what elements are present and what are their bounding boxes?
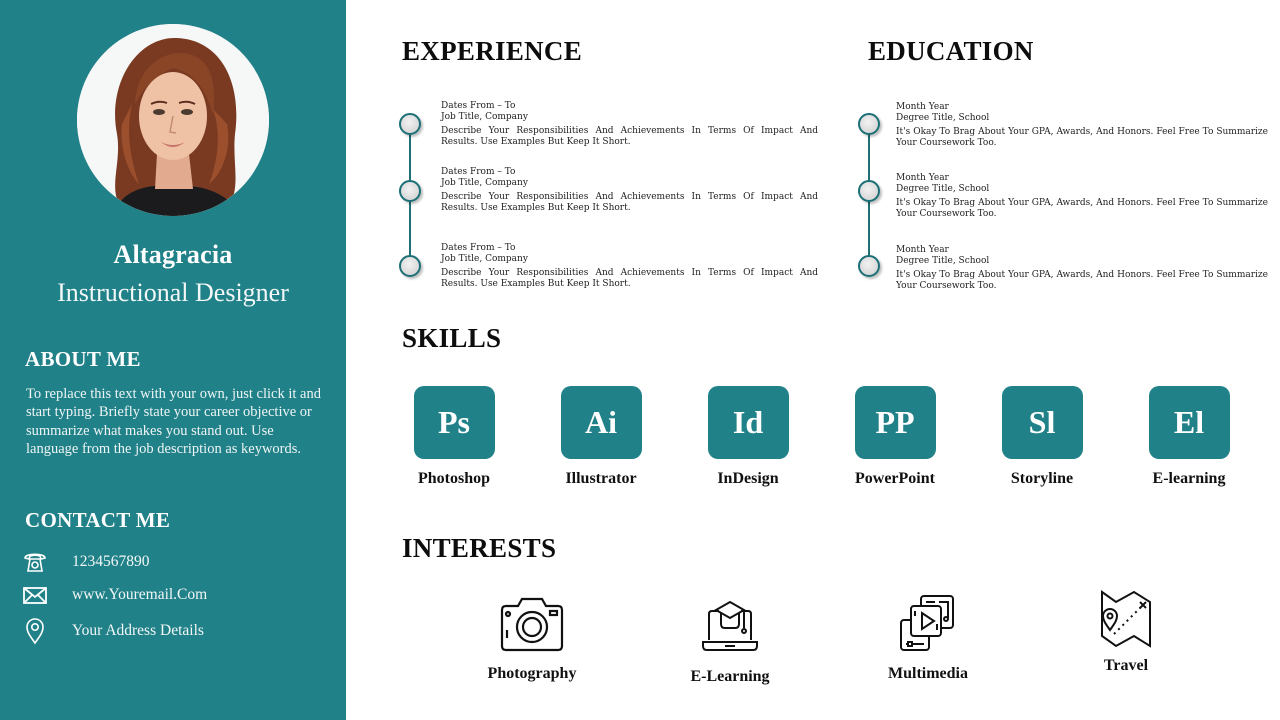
education-heading: EDUCATION — [868, 36, 1034, 66]
education-title: Degree Title, School — [896, 184, 990, 194]
education-description: It's Okay To Brag About Your GPA, Awards… — [896, 270, 1268, 291]
experience-title: Job Title, Company — [441, 112, 528, 122]
experience-timeline-dot — [399, 180, 421, 202]
skill-tile: PP — [854, 386, 936, 459]
interest-label: E-Learning — [690, 668, 770, 685]
interest-label: Multimedia — [888, 665, 968, 682]
education-title: Degree Title, School — [896, 113, 990, 123]
education-entry: Month Year Degree Title, School It's Oka… — [896, 102, 1268, 149]
education-title: Degree Title, School — [896, 256, 990, 266]
experience-title: Job Title, Company — [441, 178, 528, 188]
portrait-illustration — [77, 24, 269, 216]
contact-heading: CONTACT ME — [25, 508, 171, 532]
skill-illustrator: Ai Illustrator — [560, 386, 642, 487]
skill-label: PowerPoint — [855, 470, 935, 487]
education-timeline-dot — [858, 255, 880, 277]
experience-title: Job Title, Company — [441, 254, 528, 264]
experience-entry: Dates From – To Job Title, Company Descr… — [441, 101, 818, 148]
phone-icon — [22, 549, 48, 575]
laptop-graduation-cap-icon — [702, 600, 758, 651]
skill-photoshop: Ps Photoshop — [413, 386, 495, 487]
education-dates: Month Year — [896, 173, 949, 183]
sidebar: Altagracia Instructional Designer ABOUT … — [0, 0, 346, 720]
education-dates: Month Year — [896, 102, 949, 112]
experience-heading: EXPERIENCE — [402, 36, 583, 66]
skill-tile: Sl — [1001, 386, 1083, 459]
location-pin-icon — [22, 618, 48, 645]
skill-elearning: El E-learning — [1148, 386, 1230, 487]
education-entry: Month Year Degree Title, School It's Oka… — [896, 173, 1268, 220]
education-description: It's Okay To Brag About Your GPA, Awards… — [896, 127, 1268, 148]
skill-indesign: Id InDesign — [707, 386, 789, 487]
experience-description: Describe Your Responsibilities And Achie… — [441, 126, 818, 147]
skill-tile: El — [1148, 386, 1230, 459]
contact-email-text[interactable]: www.Youremail.Com — [72, 586, 207, 604]
experience-dates: Dates From – To — [441, 101, 516, 111]
experience-entry: Dates From – To Job Title, Company Descr… — [441, 243, 818, 290]
skill-powerpoint: PP PowerPoint — [854, 386, 936, 487]
experience-timeline-dot — [399, 255, 421, 277]
education-timeline-dot — [858, 180, 880, 202]
experience-timeline-dot — [399, 113, 421, 135]
education-description: It's Okay To Brag About Your GPA, Awards… — [896, 198, 1268, 219]
interest-travel: Travel — [1056, 590, 1196, 675]
skill-label: Storyline — [1010, 470, 1074, 487]
skill-label: Photoshop — [417, 470, 491, 487]
about-text: To replace this text with your own, just… — [26, 386, 321, 457]
interest-multimedia: Multimedia — [858, 594, 998, 683]
skills-heading: SKILLS — [402, 323, 502, 353]
skill-tile: Ps — [413, 386, 495, 459]
contact-email[interactable]: www.Youremail.Com — [22, 582, 207, 608]
experience-dates: Dates From – To — [441, 167, 516, 177]
experience-description: Describe Your Responsibilities And Achie… — [441, 192, 818, 213]
skill-tile: Ai — [560, 386, 642, 459]
profile-photo — [77, 24, 269, 216]
map-icon — [1101, 590, 1151, 648]
profile-role: Instructional Designer — [57, 278, 289, 307]
skill-label: InDesign — [717, 470, 779, 487]
about-heading: ABOUT ME — [25, 347, 141, 371]
interest-photography: Photography — [462, 596, 602, 683]
profile-name: Altagracia — [113, 240, 233, 269]
envelope-icon — [22, 582, 48, 608]
experience-dates: Dates From – To — [441, 243, 516, 253]
skill-tile: Id — [707, 386, 789, 459]
contact-phone-text: 1234567890 — [72, 553, 150, 570]
interest-elearning: E-Learning — [660, 600, 800, 686]
skill-label: E-learning — [1152, 470, 1226, 487]
multimedia-icon — [900, 595, 954, 651]
interest-label: Travel — [1103, 657, 1149, 674]
education-dates: Month Year — [896, 245, 949, 255]
experience-entry: Dates From – To Job Title, Company Descr… — [441, 167, 818, 214]
contact-address: Your Address Details — [22, 618, 204, 645]
interest-label: Photography — [487, 665, 577, 682]
interests-heading: INTERESTS — [402, 533, 557, 563]
contact-phone: 1234567890 — [22, 549, 150, 575]
contact-address-text: Your Address Details — [72, 622, 204, 639]
education-entry: Month Year Degree Title, School It's Oka… — [896, 245, 1268, 292]
camera-icon — [500, 597, 564, 652]
experience-description: Describe Your Responsibilities And Achie… — [441, 268, 818, 289]
education-timeline-dot — [858, 113, 880, 135]
skill-label: Illustrator — [565, 470, 637, 487]
skill-storyline: Sl Storyline — [1001, 386, 1083, 487]
